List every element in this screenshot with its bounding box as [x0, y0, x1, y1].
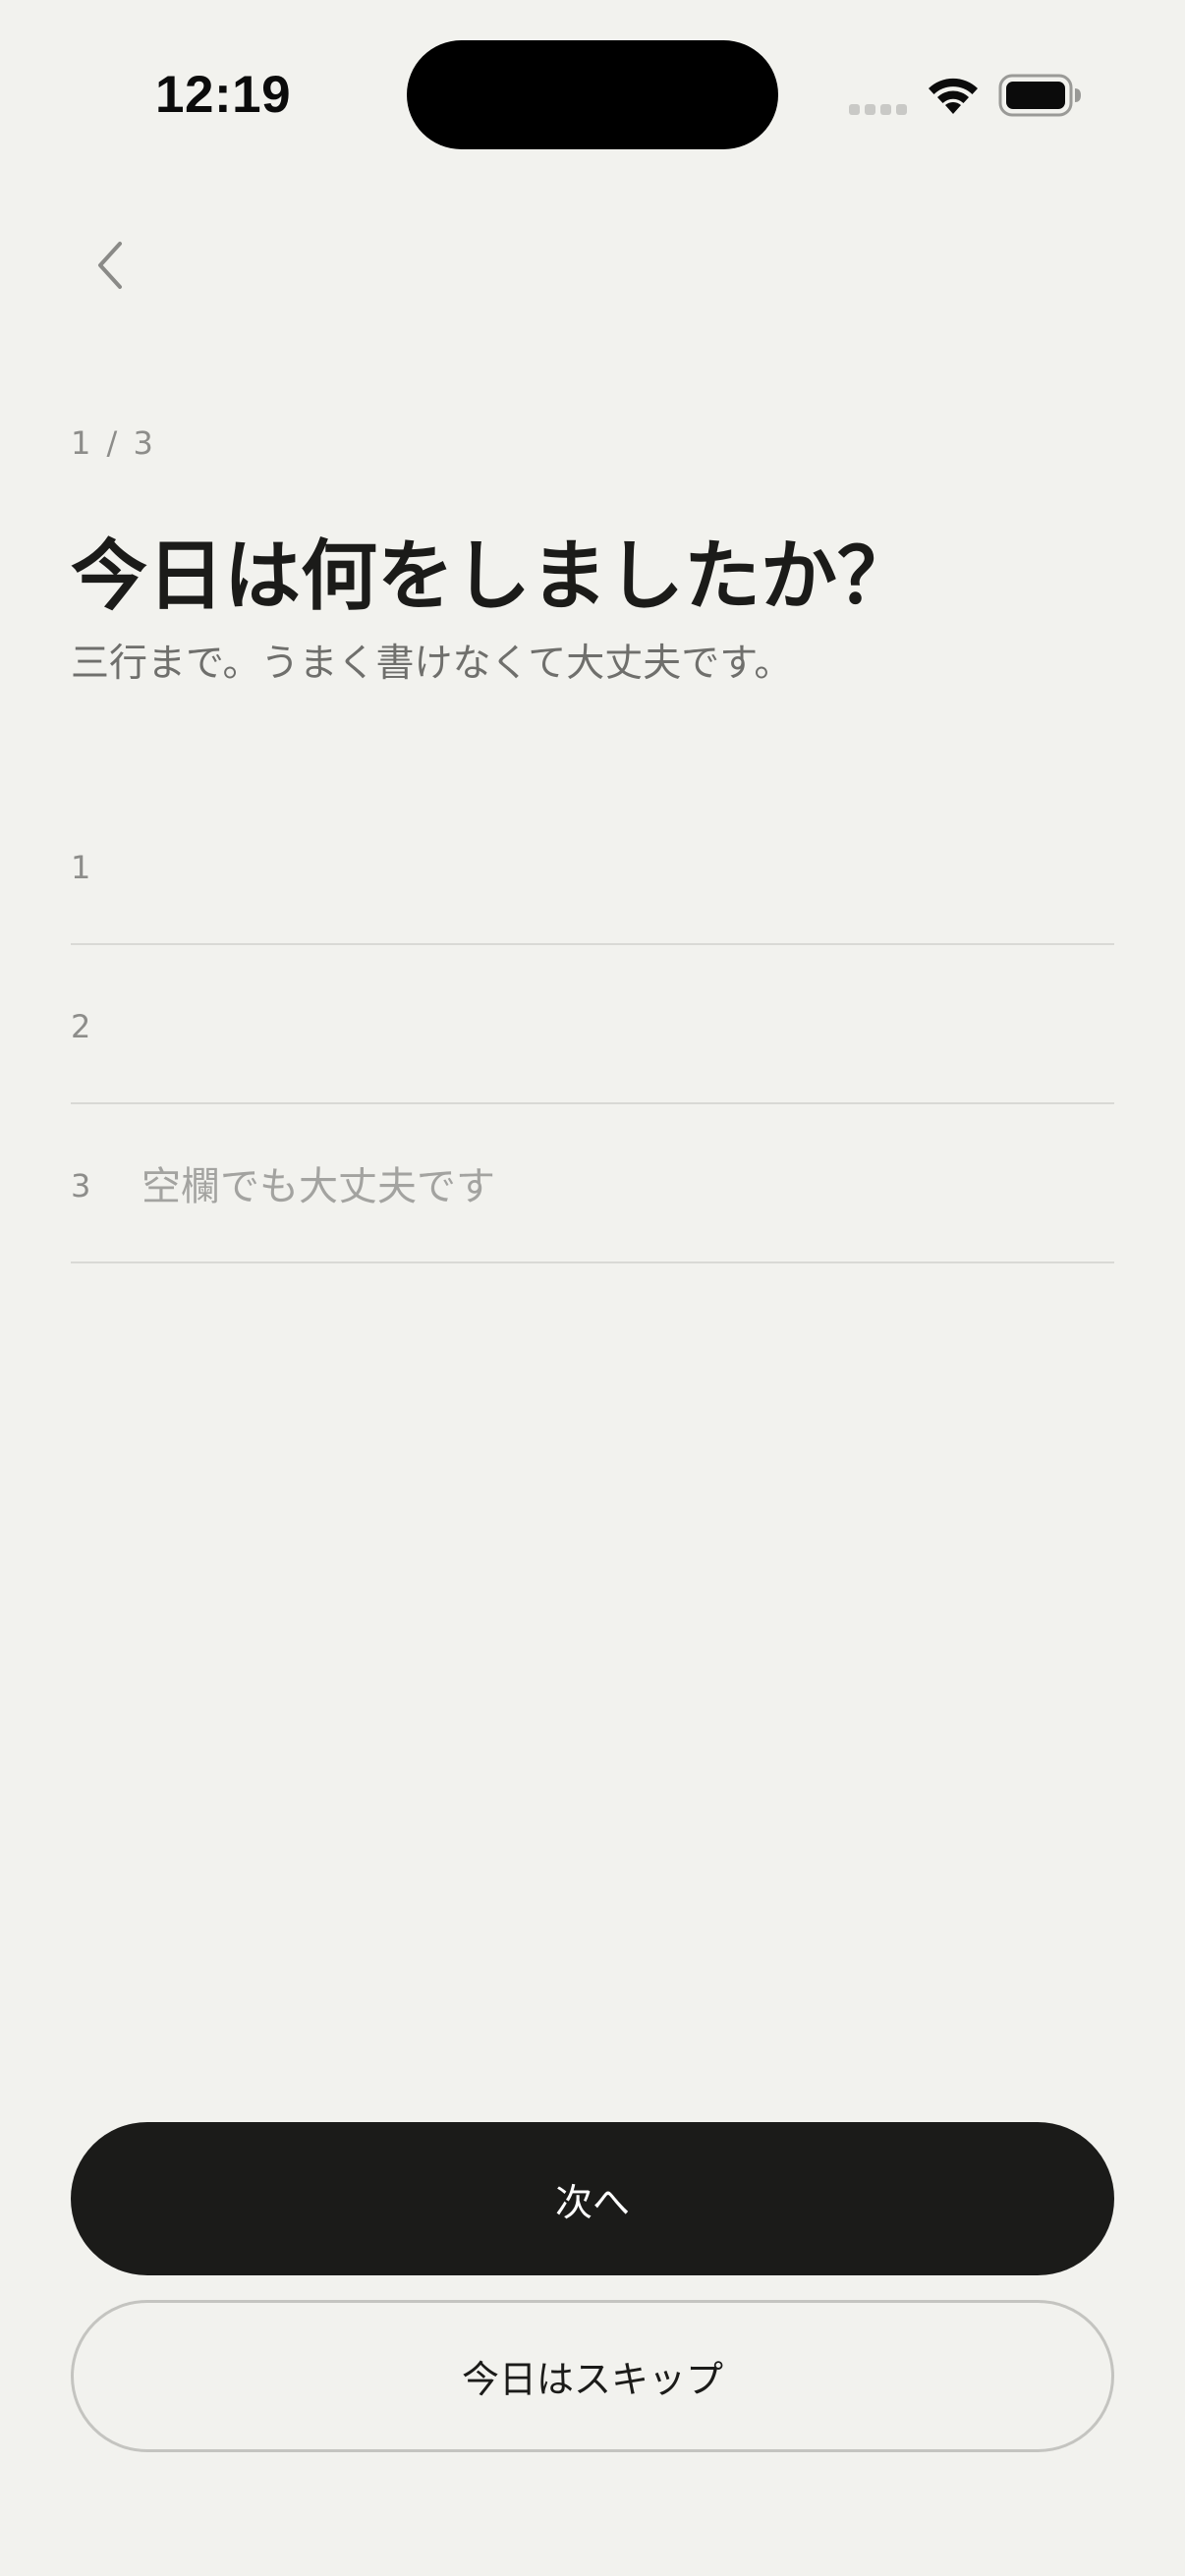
entry-input-3[interactable] — [141, 1148, 1104, 1226]
entry-number: 2 — [71, 1008, 91, 1045]
status-time: 12:19 — [155, 66, 292, 124]
status-bar: 12:19 — [0, 0, 1185, 196]
back-button[interactable] — [77, 226, 145, 305]
wifi-icon — [929, 78, 978, 114]
page-subtitle: 三行まで。うまく書けなくて大丈夫です。 — [71, 642, 793, 686]
skip-today-button[interactable]: 今日はスキップ — [71, 2300, 1114, 2452]
page-title: 今日は何をしましたか？ — [71, 532, 915, 621]
chevron-left-icon — [98, 242, 122, 289]
entry-row-2: 2 — [71, 945, 1114, 1104]
entry-input-1[interactable] — [141, 829, 1104, 908]
entry-input-2[interactable] — [141, 988, 1104, 1067]
entry-row-3: 3 — [71, 1104, 1114, 1263]
entry-number: 1 — [71, 849, 91, 886]
dynamic-island — [407, 40, 778, 149]
cellular-signal-icon — [849, 104, 907, 115]
step-indicator: 1 / 3 — [71, 424, 156, 462]
entry-row-1: 1 — [71, 786, 1114, 945]
battery-icon — [998, 74, 1081, 117]
next-button[interactable]: 次へ — [71, 2122, 1114, 2275]
entry-number: 3 — [71, 1167, 91, 1204]
